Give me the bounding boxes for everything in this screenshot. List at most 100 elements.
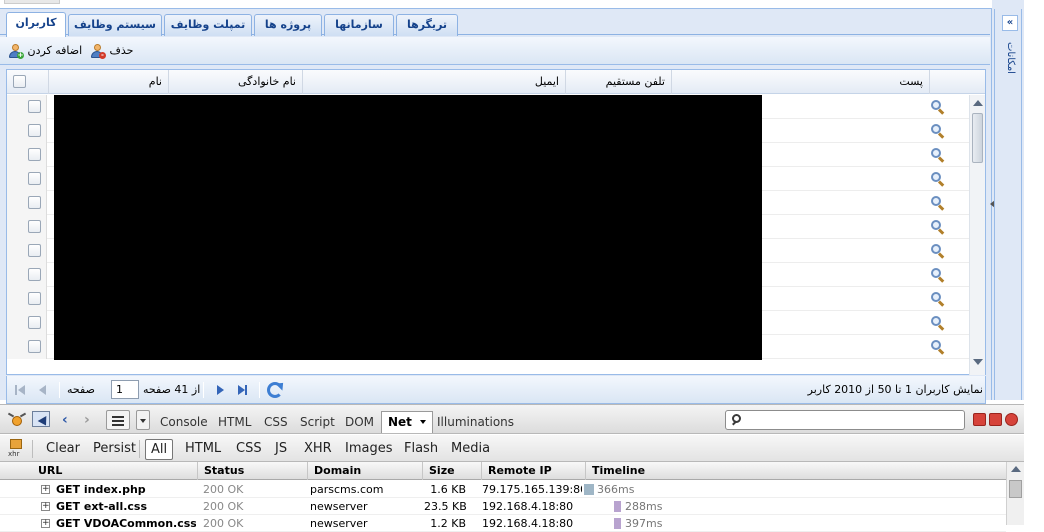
net-col-url[interactable]: URL	[32, 462, 195, 480]
magnifier-icon[interactable]	[931, 196, 945, 211]
add-user-button[interactable]: + اضافه کردن	[8, 41, 82, 61]
column-post[interactable]: پست	[671, 70, 929, 94]
magnifier-icon[interactable]	[931, 268, 945, 283]
delete-user-button[interactable]: - حذف	[90, 41, 133, 61]
prev-page-icon[interactable]	[37, 384, 49, 396]
tab-projects[interactable]: پروژه ها	[254, 14, 322, 36]
net-row[interactable]: + GET VDOACommon.css 200 OK newserver 1.2 KB…	[0, 515, 1006, 532]
tab-triggers[interactable]: تریگرها	[396, 14, 458, 36]
grid-toolbar: + اضافه کردن - حذف	[0, 37, 990, 65]
tab-task-system[interactable]: سیستم وظایف	[68, 14, 162, 36]
refresh-icon[interactable]	[267, 382, 283, 398]
filter-html[interactable]: HTML	[185, 440, 221, 458]
filter-js[interactable]: JS	[275, 440, 287, 458]
filter-images[interactable]: Images	[345, 440, 393, 458]
menu-icon[interactable]	[106, 410, 130, 430]
tab-net-label: Net	[388, 415, 412, 429]
magnifier-icon[interactable]	[931, 124, 945, 139]
subbar-separator	[139, 440, 140, 458]
filter-flash[interactable]: Flash	[404, 440, 438, 458]
filter-css[interactable]: CSS	[236, 440, 262, 458]
scroll-thumb[interactable]	[972, 113, 983, 163]
tab-net[interactable]: Net	[381, 411, 434, 433]
expand-panel-button[interactable]: «	[1002, 15, 1018, 31]
column-phone[interactable]: تلفن مستقیم	[565, 70, 671, 94]
firebug-search-input[interactable]	[725, 410, 965, 430]
user-add-icon: +	[8, 44, 24, 59]
row-checkbox[interactable]	[28, 244, 41, 257]
filter-xhr[interactable]: XHR	[304, 440, 332, 458]
column-email[interactable]: ایمیل	[302, 70, 565, 94]
row-checkbox[interactable]	[28, 316, 41, 329]
magnifier-icon[interactable]	[931, 172, 945, 187]
row-checkbox[interactable]	[28, 172, 41, 185]
close-icon[interactable]	[1005, 413, 1018, 426]
firebug-icon[interactable]	[7, 412, 27, 428]
row-checkbox[interactable]	[28, 220, 41, 233]
row-checkbox[interactable]	[28, 100, 41, 113]
net-row[interactable]: + GET ext-all.css 200 OK newserver 23.5 KB 19…	[0, 498, 1006, 515]
select-all-checkbox[interactable]	[13, 75, 26, 88]
net-row[interactable]: + GET index.php 200 OK parscms.com 1.6 KB 79.…	[0, 481, 1006, 498]
column-family[interactable]: نام خانوادگی	[168, 70, 302, 94]
tab-console[interactable]: Console	[160, 413, 208, 431]
row-checkbox[interactable]	[28, 124, 41, 137]
scroll-down-arrow-icon[interactable]	[973, 359, 983, 365]
row-checkbox[interactable]	[28, 196, 41, 209]
magnifier-icon[interactable]	[931, 100, 945, 115]
tab-script[interactable]: Script	[300, 413, 335, 431]
tab-dom[interactable]: DOM	[345, 413, 374, 431]
inspect-icon[interactable]	[32, 411, 51, 428]
row-checkbox[interactable]	[28, 340, 41, 353]
magnifier-icon[interactable]	[931, 220, 945, 235]
expand-icon[interactable]: +	[41, 502, 50, 511]
tab-html[interactable]: HTML	[218, 413, 251, 431]
forward-icon[interactable]: ›	[84, 413, 90, 427]
request-time: 397ms	[625, 517, 663, 530]
row-checkbox[interactable]	[28, 292, 41, 305]
tab-css[interactable]: CSS	[264, 413, 288, 431]
paging-separator	[203, 382, 204, 398]
net-col-timeline[interactable]: Timeline	[585, 462, 1006, 480]
filter-media[interactable]: Media	[451, 440, 490, 458]
first-page-icon[interactable]	[15, 384, 27, 396]
row-checkbox[interactable]	[28, 268, 41, 281]
xhr-icon[interactable]: xhr	[8, 439, 24, 458]
grid-scrollbar[interactable]	[969, 95, 985, 375]
scroll-up-arrow-icon[interactable]	[973, 100, 983, 106]
scroll-up-arrow-icon[interactable]	[1011, 466, 1021, 472]
dropdown-button[interactable]	[136, 410, 150, 430]
magnifier-icon[interactable]	[931, 244, 945, 259]
net-col-remote-ip[interactable]: Remote IP	[481, 462, 581, 480]
request-remote-ip: 192.168.4.18:80	[482, 517, 574, 530]
row-select-cell	[7, 239, 47, 263]
back-icon[interactable]: ‹	[62, 413, 68, 427]
expand-icon[interactable]: +	[41, 519, 50, 528]
filter-all[interactable]: All	[145, 439, 174, 460]
detach-icon[interactable]	[989, 413, 1002, 426]
page-number-input[interactable]	[111, 380, 139, 399]
row-checkbox[interactable]	[28, 148, 41, 161]
tab-task-templates[interactable]: تمپلت وظایف	[164, 14, 252, 36]
tab-illuminations[interactable]: Illuminations	[437, 413, 514, 431]
net-col-domain[interactable]: Domain	[307, 462, 421, 480]
magnifier-icon[interactable]	[931, 148, 945, 163]
tab-organizations[interactable]: سازمانها	[324, 14, 394, 36]
column-name[interactable]: نام	[48, 70, 168, 94]
magnifier-icon[interactable]	[931, 340, 945, 355]
net-col-size[interactable]: Size	[422, 462, 478, 480]
net-col-status[interactable]: Status	[197, 462, 305, 480]
minimize-icon[interactable]	[973, 413, 986, 426]
persist-button[interactable]: Persist	[93, 440, 136, 458]
next-page-icon[interactable]	[215, 384, 227, 396]
clear-button[interactable]: Clear	[46, 440, 80, 458]
magnifier-icon[interactable]	[931, 316, 945, 331]
magnifier-icon[interactable]	[931, 292, 945, 307]
scroll-thumb[interactable]	[1009, 480, 1022, 498]
net-scrollbar[interactable]	[1006, 462, 1024, 525]
expand-icon[interactable]: +	[41, 485, 50, 494]
request-size: 23.5 KB	[424, 500, 466, 513]
column-actions	[929, 70, 985, 94]
last-page-icon[interactable]	[237, 384, 249, 396]
tab-users[interactable]: کاربران	[6, 12, 66, 37]
